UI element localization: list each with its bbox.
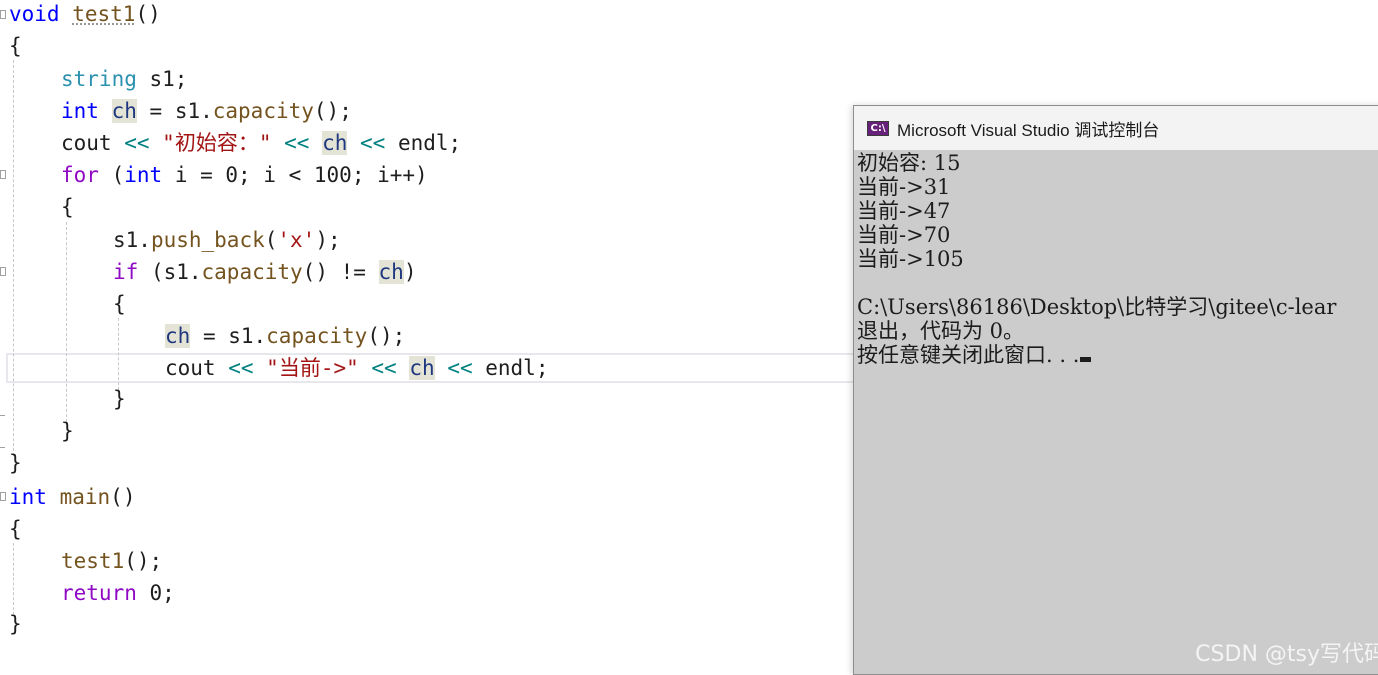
code-line-16: int main() bbox=[9, 485, 136, 509]
code-line-2: { bbox=[9, 34, 22, 58]
watermark: CSDN @tsy写代码 bbox=[1195, 642, 1378, 667]
code-line-10: { bbox=[113, 292, 126, 316]
fold-marker-icon[interactable] bbox=[0, 170, 6, 179]
console-line: 退出，代码为 0。 bbox=[857, 319, 1025, 343]
code-line-17: { bbox=[9, 517, 22, 541]
code-line-18: test1(); bbox=[61, 549, 163, 573]
fold-marker-icon[interactable] bbox=[0, 492, 6, 501]
code-line-12: cout << "当前->" << ch << endl; bbox=[165, 356, 549, 380]
text-cursor-icon bbox=[1080, 357, 1092, 362]
fold-marker-icon[interactable] bbox=[0, 10, 6, 19]
code-line-8: s1.push_back('x'); bbox=[113, 228, 341, 252]
fold-marker-icon[interactable] bbox=[0, 267, 6, 276]
console-line: C:\Users\86186\Desktop\比特学习\gitee\c-lear bbox=[857, 295, 1337, 319]
indent-guide bbox=[13, 60, 14, 456]
code-line-6: for (int i = 0; i < 100; i++) bbox=[61, 163, 428, 187]
code-line-20: } bbox=[9, 612, 22, 636]
console-line: 初始容: 15 bbox=[857, 151, 961, 175]
code-line-15: } bbox=[9, 451, 22, 475]
console-line: 当前->70 bbox=[857, 223, 951, 247]
console-line: 当前->47 bbox=[857, 199, 951, 223]
fold-end-marker bbox=[0, 415, 5, 416]
console-line: 当前->105 bbox=[857, 247, 964, 271]
console-title: Microsoft Visual Studio 调试控制台 bbox=[897, 120, 1160, 140]
console-line-prompt: 按任意键关闭此窗口. . . bbox=[857, 343, 1378, 367]
code-line-3: string s1; bbox=[61, 67, 188, 91]
code-line-5: cout << "初始容：" << ch << endl; bbox=[61, 131, 462, 155]
console-app-icon: C:\ bbox=[867, 120, 889, 136]
console-prompt-text: 按任意键关闭此窗口. . . bbox=[857, 343, 1080, 367]
code-line-4: int ch = s1.capacity(); bbox=[61, 99, 352, 123]
fold-end-marker bbox=[0, 447, 5, 448]
code-line-19: return 0; bbox=[61, 581, 175, 605]
code-line-14: } bbox=[61, 419, 74, 443]
indent-guide bbox=[13, 543, 14, 615]
console-titlebar[interactable]: C:\ Microsoft Visual Studio 调试控制台 bbox=[854, 106, 1378, 150]
code-line-7: { bbox=[61, 195, 74, 219]
debug-console-window[interactable]: C:\ Microsoft Visual Studio 调试控制台 初始容: 1… bbox=[853, 105, 1378, 675]
code-line-11: ch = s1.capacity(); bbox=[165, 324, 406, 348]
code-line-1: void test1() bbox=[9, 2, 161, 26]
indent-guide bbox=[66, 222, 67, 422]
code-line-13: } bbox=[113, 387, 126, 411]
code-line-9: if (s1.capacity() != ch) bbox=[113, 260, 417, 284]
console-line: 当前->31 bbox=[857, 175, 951, 199]
indent-guide bbox=[118, 318, 119, 390]
console-output[interactable]: 初始容: 15 当前->31 当前->47 当前->70 当前->105 C:\… bbox=[857, 151, 1378, 674]
